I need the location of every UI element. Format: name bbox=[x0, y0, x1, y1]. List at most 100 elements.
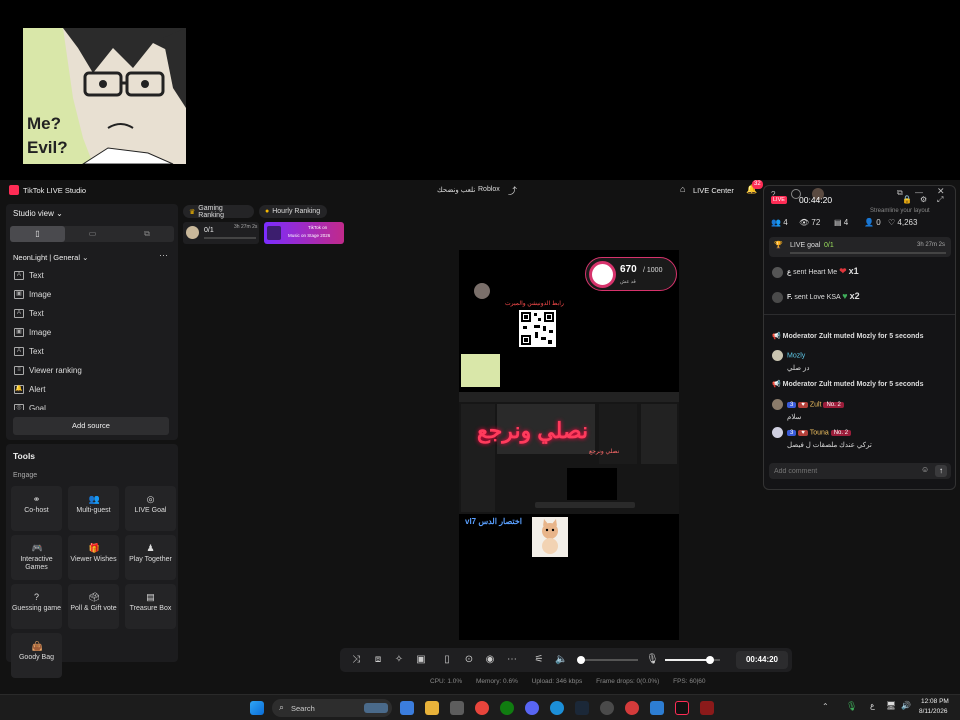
clock-date[interactable]: 8/11/2026 bbox=[919, 708, 947, 715]
copilot-icon[interactable] bbox=[400, 701, 414, 715]
chat-username[interactable]: Zult bbox=[810, 401, 822, 408]
xbox-icon[interactable] bbox=[500, 701, 514, 715]
streamline-hint[interactable]: Streamline your layout bbox=[870, 208, 930, 214]
source-item[interactable]: ▣ Image bbox=[6, 323, 178, 342]
steam-icon[interactable] bbox=[575, 701, 589, 715]
treasure-icon: ▤ bbox=[146, 592, 155, 602]
upload-stat: Upload: 346 kbps bbox=[531, 678, 583, 685]
gift-user: F. bbox=[787, 294, 793, 301]
tool-label: Poll & Gift vote bbox=[70, 605, 117, 612]
stream-category[interactable]: Roblox bbox=[478, 186, 500, 193]
lock-icon[interactable]: 🔒 bbox=[902, 195, 912, 204]
source-item[interactable]: ◎ Goal bbox=[6, 399, 178, 410]
megaphone-icon: 📢 bbox=[772, 333, 783, 340]
portrait-layout-button[interactable]: ▯ bbox=[10, 226, 65, 242]
dual-screen-icon: ⧉ bbox=[144, 229, 150, 238]
tiktok-studio-icon[interactable] bbox=[675, 701, 689, 715]
effects-icon[interactable]: ✧ bbox=[393, 654, 405, 666]
mic-slider-knob[interactable] bbox=[706, 656, 715, 664]
tool-poll[interactable]: 🗳 Poll & Gift vote bbox=[68, 584, 119, 629]
app-icon[interactable] bbox=[650, 701, 664, 715]
record-icon[interactable]: ◉ bbox=[484, 654, 496, 666]
share-icon[interactable]: ⤴ bbox=[508, 184, 517, 197]
mic-slider[interactable] bbox=[665, 656, 720, 664]
edge-icon[interactable] bbox=[550, 701, 564, 715]
source-item[interactable]: A Text bbox=[6, 304, 178, 323]
app-icon[interactable] bbox=[700, 701, 714, 715]
shuffle-icon[interactable]: ⤨ bbox=[350, 654, 362, 666]
multi-guest-icon: 👥 bbox=[88, 494, 100, 504]
microphone-icon[interactable]: 🎙 bbox=[646, 654, 659, 666]
clock-time[interactable]: 12:08 PM bbox=[921, 698, 949, 705]
tool-gamepad[interactable]: 🎮 Interactive Games bbox=[11, 535, 62, 580]
source-item[interactable]: A Text bbox=[6, 266, 178, 285]
discord-icon[interactable] bbox=[525, 701, 539, 715]
dual-layout-button[interactable]: ⧉ bbox=[120, 226, 174, 242]
crop-icon[interactable]: ⧈ bbox=[372, 654, 384, 666]
tool-label: Guessing game bbox=[11, 605, 62, 612]
add-source-button[interactable]: Add source bbox=[13, 417, 169, 435]
promo-banner[interactable]: TikTok on Music on Stage 2026 bbox=[264, 222, 344, 244]
emoji-icon[interactable]: ☺ bbox=[921, 465, 929, 474]
source-label: Viewer ranking bbox=[29, 366, 82, 375]
mini-webcam-thumbnail bbox=[461, 354, 500, 387]
goal-widget[interactable]: 0/1 3h 27m 2s bbox=[183, 222, 259, 244]
source-item[interactable]: A Text bbox=[6, 342, 178, 361]
scene-selector[interactable]: NeonLight | General ⌄ bbox=[13, 253, 88, 262]
source-item[interactable]: 🔔 Alert bbox=[6, 380, 178, 399]
volume-slider[interactable] bbox=[577, 656, 638, 664]
speaker-icon[interactable]: 🔈 bbox=[555, 654, 567, 666]
tray-chevron-icon[interactable]: ⌃ bbox=[822, 702, 829, 711]
chat-username[interactable]: Touna bbox=[810, 429, 829, 436]
stat-value: 72 bbox=[811, 218, 821, 227]
expand-icon[interactable]: ⤢ bbox=[937, 195, 943, 205]
portrait-icon[interactable]: ▯ bbox=[441, 654, 453, 666]
store-icon[interactable] bbox=[450, 701, 464, 715]
gear-icon[interactable]: ⚙ bbox=[920, 195, 927, 204]
stream-title[interactable]: نلعب ونضحك bbox=[437, 186, 475, 194]
tool-play-together[interactable]: ♟ Play Together bbox=[125, 535, 176, 580]
language-indicator[interactable]: ع bbox=[870, 701, 875, 710]
cpu-stat: CPU: 1.0% bbox=[430, 678, 463, 685]
chrome-icon[interactable] bbox=[475, 701, 489, 715]
windows-start-icon[interactable] bbox=[250, 701, 264, 715]
hourly-ranking-pill[interactable]: ● Hourly Ranking bbox=[259, 205, 327, 218]
tool-gift[interactable]: 🎁 Viewer Wishes bbox=[68, 535, 119, 580]
layout-toggle-group: ▯ ▭ ⧉ bbox=[10, 226, 174, 242]
tool-cohost[interactable]: ⚭ Co-host bbox=[11, 486, 62, 531]
chat-username[interactable]: Mozly bbox=[787, 352, 805, 359]
screen-icon[interactable]: ▣ bbox=[415, 654, 427, 666]
live-center-button[interactable]: LIVE Center bbox=[693, 186, 734, 195]
source-item[interactable]: ▣ Image bbox=[6, 285, 178, 304]
more-icon[interactable]: ⋯ bbox=[506, 654, 518, 666]
tool-goal[interactable]: ◎ LIVE Goal bbox=[125, 486, 176, 531]
live-goal-card[interactable]: 🏆 LIVE goal 0/1 3h 27m 2s bbox=[769, 237, 951, 257]
app-icon[interactable] bbox=[625, 701, 639, 715]
taskbar-search[interactable]: ⌕ Search bbox=[272, 699, 392, 717]
tool-label: Multi-guest bbox=[76, 507, 111, 514]
stream-preview[interactable]: 670 / 1000 قد عش رابط الدونيشن والميرت ن… bbox=[459, 250, 679, 640]
camera-switch-icon[interactable]: ⊙ bbox=[463, 654, 475, 666]
landscape-layout-button[interactable]: ▭ bbox=[65, 226, 120, 242]
volume-tray-icon[interactable]: 🔊 bbox=[901, 701, 911, 710]
chat-message-1: Mozly دز صلي bbox=[772, 350, 950, 372]
settings-app-icon[interactable] bbox=[600, 701, 614, 715]
source-item[interactable]: ≡ Viewer ranking bbox=[6, 361, 178, 380]
gaming-ranking-pill[interactable]: ♛ Gaming Ranking bbox=[183, 205, 254, 219]
eye-icon: 👁 bbox=[799, 218, 812, 227]
tool-multi-guest[interactable]: 👥 Multi-guest bbox=[68, 486, 119, 531]
hourly-ranking-label: Hourly Ranking bbox=[272, 208, 321, 215]
send-icon[interactable]: ↑ bbox=[935, 465, 947, 477]
more-options-icon[interactable]: ··· bbox=[159, 250, 168, 260]
file-explorer-icon[interactable] bbox=[425, 701, 439, 715]
mic-tray-icon[interactable]: 🎙 bbox=[846, 701, 857, 712]
tool-question[interactable]: ? Guessing game bbox=[11, 584, 62, 629]
tool-bag[interactable]: 👜 Goody Bag bbox=[11, 633, 62, 678]
comment-input[interactable] bbox=[774, 465, 914, 477]
equalizer-icon[interactable]: ⚟ bbox=[533, 654, 545, 666]
volume-slider-knob[interactable] bbox=[577, 656, 585, 664]
studio-view-dropdown[interactable]: Studio view ⌄ bbox=[13, 209, 63, 218]
tool-treasure[interactable]: ▤ Treasure Box bbox=[125, 584, 176, 629]
network-icon[interactable]: 🖥 bbox=[886, 701, 896, 710]
goal-icon: ◎ bbox=[146, 494, 155, 504]
